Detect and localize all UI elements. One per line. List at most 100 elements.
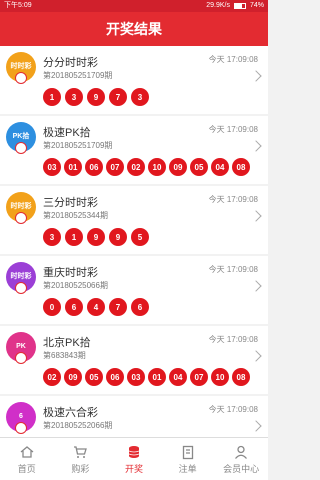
result-balls: 03 01 06 07 02 10 09 05 04 08 <box>43 158 250 176</box>
lottery-name: 重庆时时彩 <box>43 267 98 279</box>
chevron-right-icon <box>250 350 262 362</box>
result-ball: 3 <box>131 88 149 106</box>
tab-label: 购彩 <box>71 463 90 474</box>
status-bar: 下午5:09 29.9K/s 74% <box>0 0 268 12</box>
chevron-right-icon <box>250 70 262 82</box>
result-ball: 01 <box>64 158 82 176</box>
lottery-name: 北京PK拾 <box>43 337 91 349</box>
result-ball: 01 <box>148 368 166 386</box>
result-ball: 02 <box>127 158 145 176</box>
lottery-item-cqssc[interactable]: 时时彩 重庆时时彩 今天 17:09:08 第20180525066期 0 6 … <box>0 256 268 324</box>
lottery-name: 分分时时彩 <box>43 57 98 69</box>
pk10-logo-icon: PK拾 <box>6 122 36 154</box>
status-time: 下午5:09 <box>4 2 32 9</box>
ssc-logo-icon: 时时彩 <box>6 52 36 84</box>
result-balls: 3 1 9 9 5 <box>43 228 149 246</box>
result-ball: 9 <box>87 88 105 106</box>
draw-period: 第683843期 <box>43 351 86 360</box>
tab-label: 首页 <box>17 463 36 474</box>
result-ball: 7 <box>109 298 127 316</box>
draw-period: 第201805251709期 <box>43 71 113 80</box>
result-ball: 08 <box>232 158 250 176</box>
chevron-right-icon <box>250 280 262 292</box>
result-ball: 05 <box>190 158 208 176</box>
battery-level: 74% <box>249 2 264 9</box>
result-ball: 04 <box>211 158 229 176</box>
chevron-right-icon <box>250 210 262 222</box>
user-icon <box>233 444 249 460</box>
result-ball: 5 <box>131 228 149 246</box>
result-ball: 02 <box>43 368 61 386</box>
result-ball: 6 <box>131 298 149 316</box>
result-ball: 08 <box>232 368 250 386</box>
result-ball: 10 <box>211 368 229 386</box>
chevron-right-icon <box>250 420 262 432</box>
tab-label: 会员中心 <box>223 463 260 474</box>
page-title: 开奖结果 <box>0 12 268 46</box>
result-ball: 09 <box>169 158 187 176</box>
coins-icon <box>126 444 142 460</box>
lottery-name: 三分时时彩 <box>43 197 98 209</box>
network-speed: 29.9K/s <box>206 2 230 9</box>
result-balls: 0 6 4 7 6 <box>43 298 149 316</box>
draw-period: 第20180525344期 <box>43 211 108 220</box>
result-ball: 3 <box>65 88 83 106</box>
logo-text: 6 <box>19 413 23 420</box>
result-ball: 05 <box>85 368 103 386</box>
lhc-logo-icon: 6 <box>6 402 36 434</box>
logo-text: 时时彩 <box>10 63 32 70</box>
pk10-logo-icon: PK <box>6 332 36 364</box>
result-ball: 09 <box>64 368 82 386</box>
draw-time: 今天 17:09:08 <box>208 335 258 344</box>
tab-results[interactable]: 开奖 <box>107 438 161 480</box>
lottery-list[interactable]: 时时彩 分分时时彩 今天 17:09:08 第201805251709期 1 3… <box>0 46 268 437</box>
lottery-name: 极速PK拾 <box>43 127 91 139</box>
tab-buy[interactable]: 购彩 <box>54 438 108 480</box>
result-ball: 06 <box>85 158 103 176</box>
logo-text: 时时彩 <box>10 273 32 280</box>
clipboard-icon <box>180 444 196 460</box>
result-ball: 03 <box>127 368 145 386</box>
tab-home[interactable]: 首页 <box>0 438 54 480</box>
result-ball: 07 <box>190 368 208 386</box>
lottery-item-sfssc[interactable]: 时时彩 三分时时彩 今天 17:09:08 第20180525344期 3 1 … <box>0 186 268 254</box>
battery-icon <box>233 3 246 9</box>
result-ball: 04 <box>169 368 187 386</box>
result-ball: 4 <box>87 298 105 316</box>
draw-time: 今天 17:09:08 <box>208 55 258 64</box>
bottom-tab-bar: 首页 购彩 开奖 注单 会员中心 <box>0 437 268 480</box>
logo-text: PK <box>16 343 26 350</box>
lottery-item-ffssc[interactable]: 时时彩 分分时时彩 今天 17:09:08 第201805251709期 1 3… <box>0 46 268 114</box>
result-balls: 02 09 05 06 03 01 04 07 10 08 <box>43 368 250 386</box>
draw-time: 今天 17:09:08 <box>208 125 258 134</box>
result-ball: 7 <box>109 88 127 106</box>
result-ball: 1 <box>65 228 83 246</box>
result-ball: 6 <box>65 298 83 316</box>
logo-text: PK拾 <box>12 133 30 140</box>
tab-member-center[interactable]: 会员中心 <box>214 438 268 480</box>
tab-label: 开奖 <box>124 463 143 474</box>
chevron-right-icon <box>250 140 262 152</box>
result-ball: 3 <box>43 228 61 246</box>
tab-orders[interactable]: 注单 <box>161 438 215 480</box>
result-ball: 1 <box>43 88 61 106</box>
lottery-item-bjpk10[interactable]: PK 北京PK拾 今天 17:09:08 第683843期 02 09 05 0… <box>0 326 268 394</box>
cart-icon <box>72 444 88 460</box>
logo-text: 时时彩 <box>10 203 32 210</box>
result-ball: 9 <box>87 228 105 246</box>
draw-period: 第201805251709期 <box>43 141 113 150</box>
draw-period: 第201805252066期 <box>43 421 113 430</box>
draw-period: 第20180525066期 <box>43 281 108 290</box>
ssc-logo-icon: 时时彩 <box>6 192 36 224</box>
lottery-item-jspk10[interactable]: PK拾 极速PK拾 今天 17:09:08 第201805251709期 03 … <box>0 116 268 184</box>
draw-time: 今天 17:09:08 <box>208 195 258 204</box>
result-ball: 10 <box>148 158 166 176</box>
result-ball: 06 <box>106 368 124 386</box>
result-ball: 03 <box>43 158 61 176</box>
ssc-logo-icon: 时时彩 <box>6 262 36 294</box>
result-balls: 1 3 9 7 3 <box>43 88 149 106</box>
result-ball: 0 <box>43 298 61 316</box>
result-ball: 9 <box>109 228 127 246</box>
lottery-name: 极速六合彩 <box>43 407 98 419</box>
lottery-item-jslhc[interactable]: 6 极速六合彩 今天 17:09:08 第201805252066期 <box>0 396 268 437</box>
